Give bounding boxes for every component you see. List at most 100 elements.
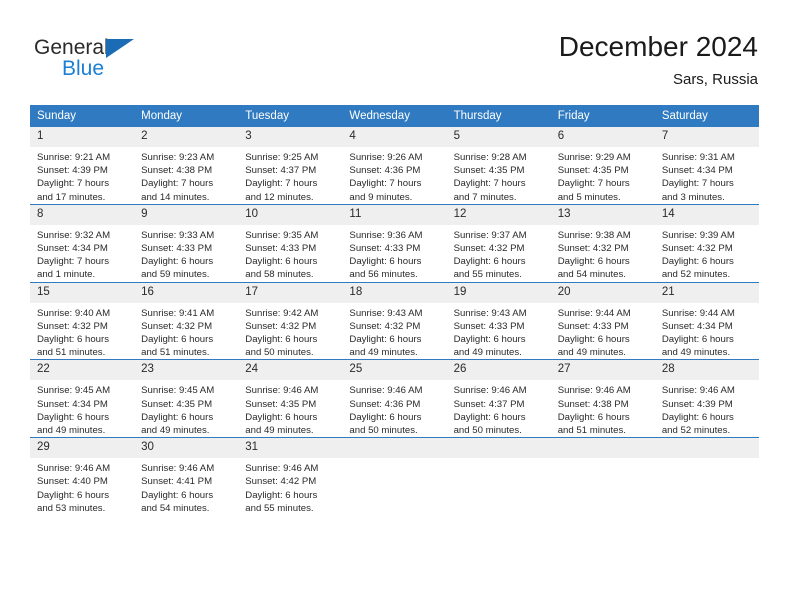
- day-details: Sunrise: 9:40 AM Sunset: 4:32 PM Daylight:…: [30, 303, 134, 360]
- calendar-body: 1 Sunrise: 9:21 AM Sunset: 4:39 PM Daylight…: [30, 126, 759, 516]
- calendar-day-cell[interactable]: 15 Sunrise: 9:40 AM Sunset: 4:32 PM Dayligh…: [30, 281, 135, 360]
- calendar-day-cell[interactable]: 2 Sunrise: 9:23 AM Sunset: 4:38 PM Daylight…: [134, 126, 239, 205]
- day-number: [342, 438, 447, 459]
- daylight-text-line1: Daylight: 6 hours: [141, 334, 214, 346]
- calendar-week-row: 1 Sunrise: 9:21 AM Sunset: 4:39 PM Daylight…: [30, 126, 759, 205]
- calendar-table: Sunday Monday Tuesday Wednesday Thursday…: [30, 105, 759, 516]
- calendar-day-cell[interactable]: 18 Sunrise: 9:43 AM Sunset: 4:32 PM Dayligh…: [342, 281, 447, 360]
- sunset-text: Sunset: 4:33 PM: [453, 320, 525, 332]
- day-details: Sunrise: 9:46 AM Sunset: 4:42 PM Daylight:…: [238, 458, 342, 515]
- sunrise-text: Sunrise: 9:45 AM: [37, 385, 111, 397]
- sunset-text: Sunset: 4:32 PM: [141, 320, 213, 332]
- daylight-text-line1: Daylight: 6 hours: [349, 256, 422, 268]
- calendar-day-cell[interactable]: 26 Sunrise: 9:46 AM Sunset: 4:37 PM Dayligh…: [446, 359, 551, 438]
- calendar-day-cell[interactable]: 16 Sunrise: 9:41 AM Sunset: 4:32 PM Dayligh…: [134, 281, 239, 360]
- sunrise-text: Sunrise: 9:44 AM: [661, 307, 735, 319]
- calendar-day-cell[interactable]: 9 Sunrise: 9:33 AM Sunset: 4:33 PM Daylight…: [134, 203, 239, 283]
- sunrise-text: Sunrise: 9:46 AM: [661, 385, 735, 397]
- calendar-day-cell[interactable]: 7 Sunrise: 9:31 AM Sunset: 4:34 PM Daylight…: [654, 126, 759, 205]
- day-details: Sunrise: 9:38 AM Sunset: 4:32 PM Daylight:…: [551, 225, 655, 282]
- daylight-text-line1: Daylight: 7 hours: [349, 178, 422, 190]
- sunrise-text: Sunrise: 9:31 AM: [661, 152, 735, 163]
- sunset-text: Sunset: 4:32 PM: [557, 243, 629, 255]
- daylight-text-line2: and 58 minutes.: [245, 269, 314, 281]
- sunset-text: Sunset: 4:37 PM: [453, 398, 525, 410]
- sunrise-text: Sunrise: 9:21 AM: [37, 152, 111, 163]
- weekday-header-wednesday: Wednesday: [342, 105, 447, 127]
- sunrise-text: Sunrise: 9:35 AM: [245, 229, 319, 241]
- calendar-day-cell[interactable]: 8 Sunrise: 9:32 AM Sunset: 4:34 PM Daylight…: [30, 203, 135, 283]
- calendar-day-cell[interactable]: 28 Sunrise: 9:46 AM Sunset: 4:39 PM Dayligh…: [654, 359, 759, 438]
- sunrise-text: Sunrise: 9:46 AM: [557, 385, 631, 397]
- sunrise-text: Sunrise: 9:26 AM: [349, 152, 423, 163]
- calendar-day-cell[interactable]: 12 Sunrise: 9:37 AM Sunset: 4:32 PM Dayligh…: [446, 203, 551, 283]
- calendar-day-cell[interactable]: 25 Sunrise: 9:46 AM Sunset: 4:36 PM Dayligh…: [342, 359, 447, 438]
- calendar-day-cell[interactable]: 24 Sunrise: 9:46 AM Sunset: 4:35 PM Dayligh…: [238, 359, 343, 438]
- day-number: [550, 438, 655, 459]
- calendar-day-cell[interactable]: 6 Sunrise: 9:29 AM Sunset: 4:35 PM Daylight…: [550, 126, 655, 205]
- sunrise-text: Sunrise: 9:39 AM: [661, 229, 735, 241]
- sunrise-text: Sunrise: 9:36 AM: [349, 229, 423, 241]
- daylight-text-line1: Daylight: 6 hours: [349, 411, 422, 423]
- sunrise-text: Sunrise: 9:43 AM: [453, 307, 527, 319]
- calendar-day-cell[interactable]: 4 Sunrise: 9:26 AM Sunset: 4:36 PM Daylight…: [342, 126, 447, 205]
- calendar-day-cell[interactable]: 5 Sunrise: 9:28 AM Sunset: 4:35 PM Daylight…: [446, 126, 551, 205]
- calendar-day-cell[interactable]: 11 Sunrise: 9:36 AM Sunset: 4:33 PM Dayligh…: [342, 203, 447, 283]
- daylight-text-line2: and 3 minutes.: [661, 191, 725, 203]
- calendar-day-cell[interactable]: 1 Sunrise: 9:21 AM Sunset: 4:39 PM Daylight…: [30, 126, 135, 205]
- daylight-text-line1: Daylight: 6 hours: [557, 411, 630, 423]
- calendar-day-cell[interactable]: 19 Sunrise: 9:43 AM Sunset: 4:33 PM Dayligh…: [446, 281, 551, 360]
- sunrise-text: Sunrise: 9:45 AM: [141, 385, 215, 397]
- day-number: 11: [342, 204, 447, 225]
- general-blue-logo[interactable]: General Blue: [34, 36, 214, 88]
- daylight-text-line1: Daylight: 6 hours: [349, 334, 422, 346]
- day-details: Sunrise: 9:39 AM Sunset: 4:32 PM Daylight:…: [655, 225, 759, 282]
- daylight-text-line2: and 49 minutes.: [661, 347, 731, 359]
- sunset-text: Sunset: 4:39 PM: [661, 398, 733, 410]
- sunset-text: Sunset: 4:35 PM: [141, 398, 213, 410]
- day-number: 4: [342, 127, 447, 147]
- calendar-day-cell[interactable]: 29 Sunrise: 9:46 AM Sunset: 4:40 PM Dayligh…: [30, 437, 135, 516]
- day-number: 23: [134, 360, 239, 381]
- day-details: Sunrise: 9:45 AM Sunset: 4:35 PM Daylight:…: [134, 380, 238, 437]
- daylight-text-line1: Daylight: 6 hours: [245, 489, 318, 501]
- daylight-text-line1: Daylight: 6 hours: [245, 256, 318, 268]
- calendar-day-cell[interactable]: 21 Sunrise: 9:44 AM Sunset: 4:34 PM Dayligh…: [654, 281, 759, 360]
- daylight-text-line1: Daylight: 7 hours: [245, 178, 318, 190]
- daylight-text-line2: and 51 minutes.: [141, 347, 210, 359]
- sunrise-text: Sunrise: 9:41 AM: [141, 307, 215, 319]
- daylight-text-line2: and 50 minutes.: [349, 425, 418, 437]
- calendar-day-cell[interactable]: 14 Sunrise: 9:39 AM Sunset: 4:32 PM Dayligh…: [654, 203, 759, 283]
- day-number: 21: [654, 282, 759, 303]
- daylight-text-line1: Daylight: 6 hours: [37, 489, 109, 501]
- calendar-day-cell[interactable]: 30 Sunrise: 9:46 AM Sunset: 4:41 PM Dayligh…: [134, 437, 239, 516]
- calendar-day-cell[interactable]: 3 Sunrise: 9:25 AM Sunset: 4:37 PM Daylight…: [238, 126, 343, 205]
- day-details: Sunrise: 9:36 AM Sunset: 4:33 PM Daylight:…: [342, 225, 446, 282]
- sunset-text: Sunset: 4:33 PM: [245, 243, 317, 255]
- sunset-text: Sunset: 4:34 PM: [37, 398, 108, 410]
- sunset-text: Sunset: 4:41 PM: [141, 476, 213, 488]
- calendar-day-cell[interactable]: 13 Sunrise: 9:38 AM Sunset: 4:32 PM Dayligh…: [550, 203, 655, 283]
- weekday-header-sunday: Sunday: [30, 105, 135, 127]
- day-number: 27: [550, 360, 655, 381]
- daylight-text-line1: Daylight: 6 hours: [453, 334, 526, 346]
- daylight-text-line1: Daylight: 6 hours: [557, 256, 630, 268]
- daylight-text-line2: and 52 minutes.: [661, 425, 731, 437]
- weekday-header-saturday: Saturday: [654, 105, 759, 127]
- day-details: Sunrise: 9:46 AM Sunset: 4:41 PM Daylight:…: [134, 458, 238, 515]
- calendar-day-cell[interactable]: 27 Sunrise: 9:46 AM Sunset: 4:38 PM Dayligh…: [550, 359, 655, 438]
- day-number: 12: [446, 204, 551, 225]
- calendar-day-cell[interactable]: 23 Sunrise: 9:45 AM Sunset: 4:35 PM Dayligh…: [134, 359, 239, 438]
- daylight-text-line1: Daylight: 7 hours: [453, 178, 526, 190]
- calendar-day-cell[interactable]: 10 Sunrise: 9:35 AM Sunset: 4:33 PM Dayligh…: [238, 203, 343, 283]
- calendar-day-cell[interactable]: 22 Sunrise: 9:45 AM Sunset: 4:34 PM Dayligh…: [30, 359, 135, 438]
- logo-triangle-icon: [106, 39, 134, 58]
- calendar-week-row: 22 Sunrise: 9:45 AM Sunset: 4:34 PM Dayligh…: [30, 359, 759, 438]
- sunrise-text: Sunrise: 9:28 AM: [453, 152, 527, 163]
- daylight-text-line1: Daylight: 7 hours: [37, 178, 109, 190]
- sunset-text: Sunset: 4:34 PM: [661, 320, 733, 332]
- day-number: 25: [342, 360, 447, 381]
- calendar-day-cell[interactable]: 17 Sunrise: 9:42 AM Sunset: 4:32 PM Dayligh…: [238, 281, 343, 360]
- calendar-day-cell[interactable]: 20 Sunrise: 9:44 AM Sunset: 4:33 PM Dayligh…: [550, 281, 655, 360]
- calendar-day-cell[interactable]: 31 Sunrise: 9:46 AM Sunset: 4:42 PM Dayligh…: [238, 437, 343, 516]
